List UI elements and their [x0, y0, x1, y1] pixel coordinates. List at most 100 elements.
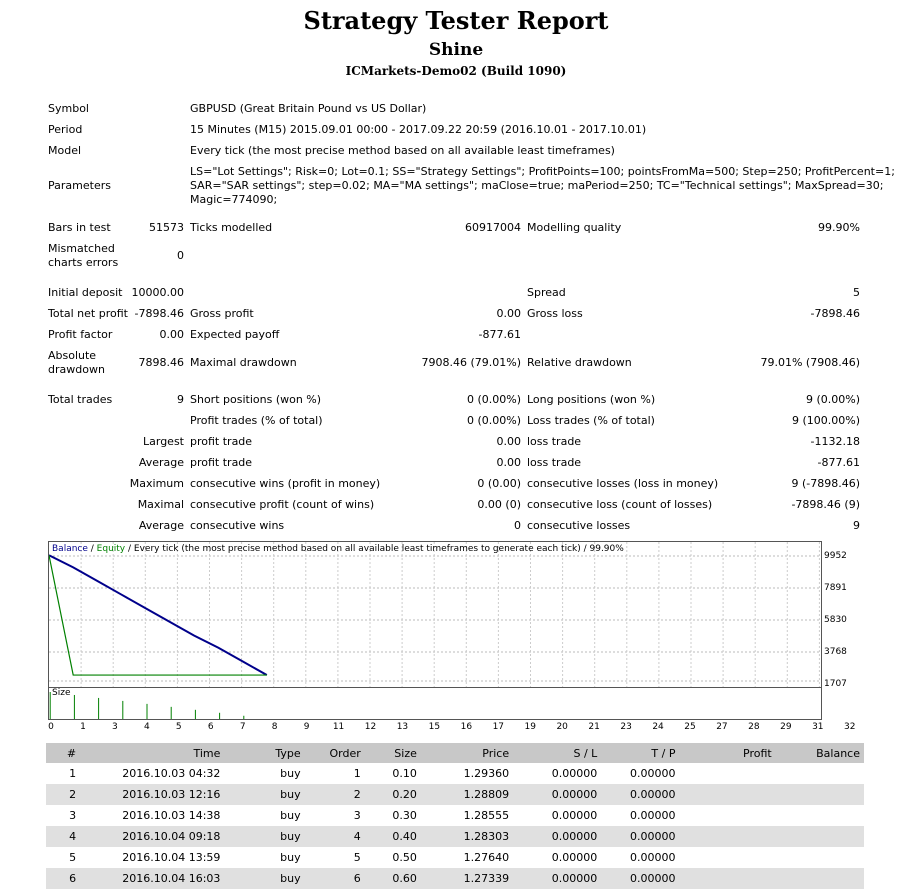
- table-cell: 0.00000: [601, 826, 680, 847]
- x-tick-label: 28: [748, 722, 760, 732]
- table-cell: buy: [280, 851, 301, 864]
- table-row[interactable]: 1 2016.10.03 04:32 buy 1 0.10 1.29360 0.00000 0…: [46, 763, 864, 784]
- expert-name: Shine: [428, 40, 484, 60]
- x-tick-label: 4: [143, 722, 150, 732]
- column-header: Type: [224, 743, 305, 763]
- table-row[interactable]: 2 2016.10.03 12:16 buy 2 0.20 1.28809 0.00000 0…: [46, 784, 864, 805]
- long-label: Long positions (won %): [527, 393, 656, 406]
- table-cell: 2016.10.03 14:38: [122, 809, 221, 822]
- table-cell: 0.00000: [629, 767, 676, 780]
- model-value: Every tick (the most precise method base…: [190, 144, 615, 157]
- x-tick-label: 17: [492, 722, 505, 732]
- table-cell: 0.00000: [513, 868, 602, 889]
- table-cell: 0.00000: [551, 809, 598, 822]
- table-cell: 0.40: [364, 826, 421, 847]
- table-cell: [775, 826, 864, 847]
- deposit-row: Initial deposit 10000.00 Spread 5: [0, 286, 912, 306]
- table-cell: 3: [353, 809, 361, 822]
- table-cell: 2016.10.03 12:16: [80, 784, 225, 805]
- gross-profit-value: 0.00: [496, 307, 522, 320]
- pf-row: Profit factor 0.00 Expected payoff -877.…: [0, 328, 912, 348]
- column-header: S / L: [513, 743, 602, 763]
- ticks-value: 60917004: [465, 221, 521, 234]
- table-cell: [679, 826, 776, 847]
- size-label: Size: [52, 688, 71, 698]
- table-cell: 3: [69, 809, 77, 822]
- table-row[interactable]: 6 2016.10.04 16:03 buy 6 0.60 1.27339 0.00000 0…: [46, 868, 864, 889]
- quality-value: 99.90%: [818, 221, 860, 234]
- ltrades-value: 9 (100.00%): [791, 414, 860, 427]
- largest-profit-value: 0.00: [496, 435, 522, 448]
- x-tick-label: 9: [303, 722, 310, 732]
- ticks-label: Ticks modelled: [190, 221, 273, 234]
- cons-losses-money-label: consecutive losses (loss in money): [527, 477, 719, 490]
- x-tick-label: 32: [844, 722, 856, 732]
- table-cell: 1.27640: [463, 851, 510, 864]
- x-tick-label: 23: [620, 722, 632, 732]
- quality-label: Modelling quality: [527, 221, 622, 234]
- table-cell: [776, 763, 864, 784]
- deposit-label: Initial deposit: [48, 286, 123, 299]
- mismatch-value: 0: [177, 249, 184, 262]
- table-cell: 0.00000: [601, 868, 680, 889]
- maximum-row: Maximum consecutive wins (profit in mone…: [0, 477, 912, 497]
- table-cell: 1: [353, 767, 361, 780]
- average-label: Average: [138, 456, 184, 469]
- trades-row: Total trades 9 Short positions (won %) 0…: [0, 393, 912, 413]
- cons-wins-money-value: 0 (0.00): [477, 477, 521, 490]
- exp-value: -877.61: [478, 328, 521, 341]
- model-label: Model: [48, 144, 82, 157]
- x-tick-label: 11: [332, 722, 345, 732]
- table-cell: buy: [280, 767, 301, 780]
- legend-sep: /: [87, 544, 97, 554]
- bars-row: Bars in test 51573 Ticks modelled 609170…: [0, 221, 912, 241]
- legend-balance: Balance: [52, 544, 88, 554]
- rel-dd-label: Relative drawdown: [527, 356, 632, 369]
- table-row[interactable]: 5 2016.10.04 13:59 buy 5 0.50 1.27640 0.00000 0…: [46, 847, 864, 868]
- table-cell: 0.00000: [629, 851, 676, 864]
- ptrades-label: Profit trades (% of total): [190, 414, 323, 427]
- table-cell: 1: [69, 767, 77, 780]
- server-name: ICMarkets-Demo02 (Build 1090): [345, 64, 567, 78]
- cons-losses-money-value: 9 (-7898.46): [791, 477, 860, 490]
- table-cell: 0.00000: [601, 784, 680, 805]
- x-tick-label: 21: [588, 722, 600, 732]
- avg-cons-wins-value: 0: [514, 519, 521, 532]
- legend-equity: Equity: [96, 544, 126, 554]
- gross-loss-label: Gross loss: [527, 307, 583, 320]
- x-tick-label: 6: [207, 722, 214, 732]
- x-tick-label: 1: [80, 722, 86, 732]
- table-cell: buy: [224, 784, 305, 805]
- table-body: 1 2016.10.03 04:32 buy 1 0.10 1.29360 0.00000 0…: [46, 763, 864, 889]
- table-row[interactable]: 3 2016.10.03 14:38 buy 3 0.30 1.28555 0.00000 0…: [46, 805, 864, 826]
- table-cell: 0.00000: [513, 784, 602, 805]
- trades-value: 9: [177, 393, 184, 406]
- size-chart-svg: [49, 692, 245, 719]
- largest-label: Largest: [143, 435, 184, 448]
- table-cell: 1.28809: [420, 784, 514, 805]
- table-cell: 5: [353, 851, 361, 864]
- symbol-row: Symbol GBPUSD (Great Britain Pound vs US…: [0, 102, 912, 122]
- x-tick-label: 25: [684, 722, 696, 732]
- table-cell: 0.30: [392, 809, 417, 822]
- size-chart: Size: [48, 686, 822, 720]
- ptrades-row: Profit trades (% of total) 0 (0.00%) Los…: [0, 414, 912, 434]
- net-row: Total net profit -7898.46 Gross profit 0…: [0, 307, 912, 327]
- period-value: 15 Minutes (M15) 2015.09.01 00:00 - 2017…: [190, 123, 647, 136]
- x-tick-label: 8: [271, 722, 278, 732]
- column-header: Balance: [775, 743, 864, 763]
- table-cell: 1.28303: [420, 826, 514, 847]
- trades-table: # Time Type Order Size Price S / LT / P Profit B…: [46, 743, 864, 889]
- y-tick-label: 5830: [824, 615, 847, 625]
- report-title: Strategy Tester Report: [303, 6, 609, 35]
- params-text-2: SAR="SAR settings"; step=0.02; MA="MA se…: [190, 179, 884, 192]
- avg-cons-label: Average: [138, 519, 184, 532]
- column-header: T / P: [601, 743, 680, 763]
- table-row[interactable]: 4 2016.10.04 09:18 buy 4 0.40 1.28303 0.00000 0…: [46, 826, 864, 847]
- balance-chart: Balance / Equity / Every tick (the most …: [48, 541, 822, 688]
- x-tick-label: 0: [48, 722, 54, 732]
- cons-profit-count-label: consecutive profit (count of wins): [190, 498, 375, 511]
- column-header: #: [46, 743, 81, 763]
- table-cell: 2016.10.03 04:32: [122, 767, 221, 780]
- symbol-value: GBPUSD (Great Britain Pound vs US Dollar…: [190, 102, 427, 115]
